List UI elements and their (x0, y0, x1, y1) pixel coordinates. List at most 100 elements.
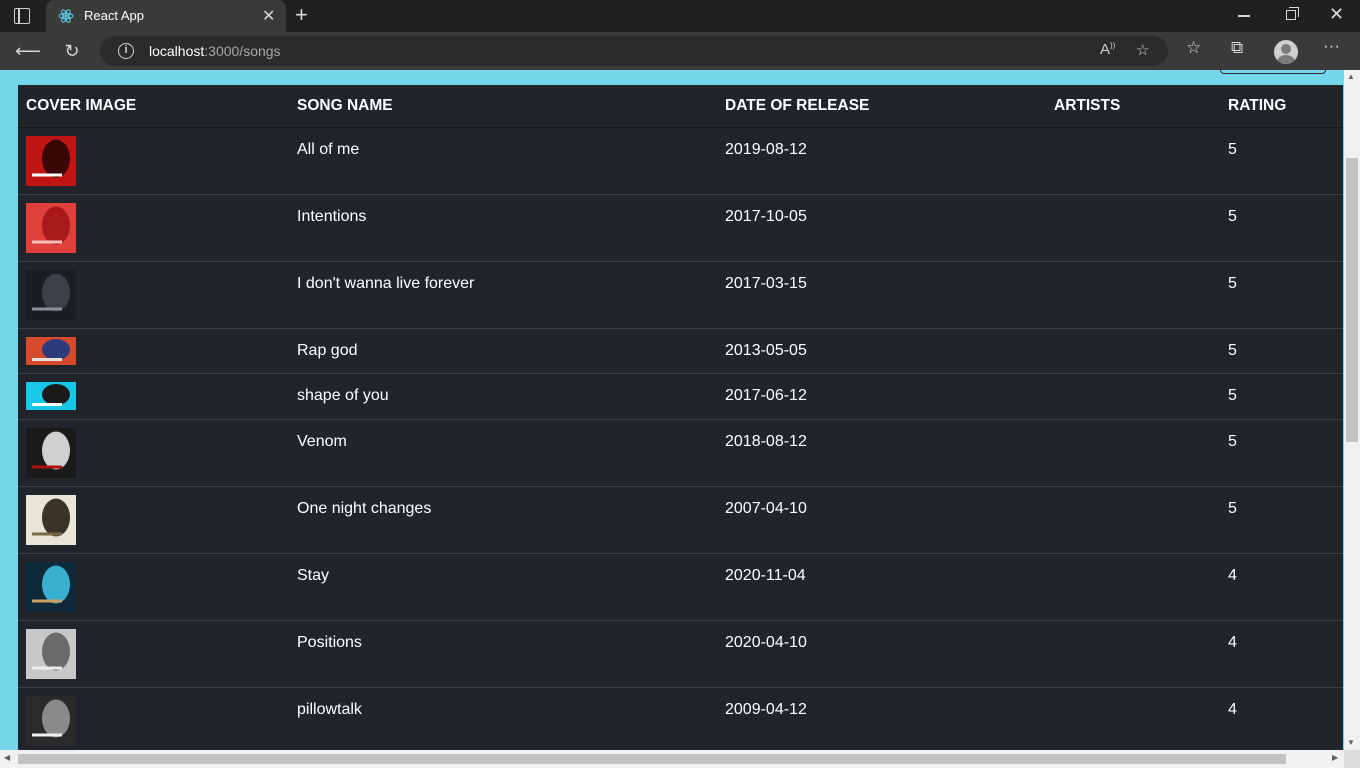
song-name: All of me (289, 127, 717, 195)
rating: 5 (1220, 486, 1343, 554)
vertical-scroll-thumb[interactable] (1346, 158, 1358, 442)
profile-avatar[interactable] (1274, 40, 1298, 64)
page-viewport: COVER IMAGE SONG NAME DATE OF RELEASE AR… (0, 70, 1344, 750)
table-row: Intentions 2017-10-05 5 (18, 194, 1343, 262)
minimize-icon[interactable] (1238, 15, 1250, 17)
site-info-icon[interactable]: i (118, 43, 134, 59)
rating: 5 (1220, 419, 1343, 487)
cover-cell (18, 127, 289, 195)
release-date: 2019-08-12 (717, 127, 1046, 195)
table-header-row: COVER IMAGE SONG NAME DATE OF RELEASE AR… (18, 85, 1343, 128)
rating: 5 (1220, 261, 1343, 329)
scroll-right-icon[interactable]: ▶ (1332, 753, 1338, 762)
header-cover-image: COVER IMAGE (18, 85, 289, 128)
cover-image (26, 695, 76, 746)
artists (1046, 194, 1220, 262)
cover-cell (18, 373, 289, 420)
song-name: One night changes (289, 486, 717, 554)
window-close-icon[interactable]: ✕ (1329, 4, 1344, 25)
release-date: 2017-10-05 (717, 194, 1046, 262)
cover-cell (18, 486, 289, 554)
new-tab-icon[interactable]: + (295, 2, 308, 28)
navigation-bar: ⟵ ↻ i localhost:3000/songs A)) ☆ ☆ ⧉ ··· (0, 32, 1360, 70)
tab-close-icon[interactable]: ✕ (262, 6, 275, 26)
song-name: Stay (289, 553, 717, 621)
table-row: shape of you 2017-06-12 5 (18, 373, 1343, 420)
artists (1046, 373, 1220, 420)
cover-cell (18, 328, 289, 374)
more-icon[interactable]: ··· (1323, 36, 1340, 56)
table-row: Positions 2020-04-10 4 (18, 620, 1343, 688)
horizontal-scrollbar[interactable]: ◀ ▶ (0, 750, 1344, 768)
artists (1046, 419, 1220, 487)
release-date: 2017-06-12 (717, 373, 1046, 420)
cover-image (26, 202, 76, 253)
react-logo-icon (58, 9, 74, 23)
header-song-name: SONG NAME (289, 85, 717, 128)
rating: 5 (1220, 194, 1343, 262)
back-icon[interactable]: ⟵ (14, 37, 42, 65)
scroll-left-icon[interactable]: ◀ (4, 753, 10, 762)
cover-image (26, 494, 76, 545)
song-name: Intentions (289, 194, 717, 262)
song-name: Rap god (289, 328, 717, 374)
song-name: Venom (289, 419, 717, 487)
cover-cell (18, 620, 289, 688)
address-bar[interactable]: i localhost:3000/songs A)) ☆ (100, 36, 1168, 66)
horizontal-scroll-thumb[interactable] (18, 754, 1286, 764)
artists (1046, 687, 1220, 750)
rating: 5 (1220, 127, 1343, 195)
header-button[interactable] (1220, 70, 1326, 74)
release-date: 2013-05-05 (717, 328, 1046, 374)
cover-cell (18, 419, 289, 487)
release-date: 2018-08-12 (717, 419, 1046, 487)
cover-image (26, 269, 76, 320)
table-row: One night changes 2007-04-10 5 (18, 486, 1343, 554)
url-text[interactable]: localhost:3000/songs (149, 43, 281, 59)
browser-tab[interactable]: React App ✕ (46, 0, 286, 32)
cover-cell (18, 261, 289, 329)
read-aloud-icon[interactable]: A)) (1100, 41, 1115, 58)
collections-icon[interactable]: ⧉ (1231, 38, 1243, 58)
song-name: pillowtalk (289, 687, 717, 750)
song-name: I don't wanna live forever (289, 261, 717, 329)
table-row: Stay 2020-11-04 4 (18, 553, 1343, 621)
cover-image (26, 628, 76, 679)
table-row: pillowtalk 2009-04-12 4 (18, 687, 1343, 750)
header-date-of-release: DATE OF RELEASE (717, 85, 1046, 128)
release-date: 2020-11-04 (717, 553, 1046, 621)
rating: 5 (1220, 373, 1343, 420)
cover-cell (18, 687, 289, 750)
release-date: 2017-03-15 (717, 261, 1046, 329)
song-name: shape of you (289, 373, 717, 420)
header-artists: ARTISTS (1046, 85, 1220, 128)
table-row: I don't wanna live forever 2017-03-15 5 (18, 261, 1343, 329)
rating: 4 (1220, 687, 1343, 750)
release-date: 2009-04-12 (717, 687, 1046, 750)
cover-image (26, 561, 76, 612)
rating: 4 (1220, 553, 1343, 621)
vertical-scrollbar[interactable]: ▲ ▼ (1344, 70, 1360, 750)
tab-actions-icon[interactable] (14, 8, 30, 24)
cover-image (26, 381, 76, 410)
restore-icon[interactable] (1286, 7, 1299, 20)
rating: 5 (1220, 328, 1343, 374)
table-row: All of me 2019-08-12 5 (18, 127, 1343, 195)
refresh-icon[interactable]: ↻ (58, 37, 86, 65)
rating: 4 (1220, 620, 1343, 688)
cover-image (26, 336, 76, 365)
song-name: Positions (289, 620, 717, 688)
scroll-down-icon[interactable]: ▼ (1347, 738, 1355, 747)
table-row: Venom 2018-08-12 5 (18, 419, 1343, 487)
songs-table: COVER IMAGE SONG NAME DATE OF RELEASE AR… (18, 85, 1343, 750)
cover-cell (18, 194, 289, 262)
artists (1046, 328, 1220, 374)
artists (1046, 486, 1220, 554)
cover-image (26, 427, 76, 478)
favorites-icon[interactable]: ☆ (1186, 38, 1201, 58)
tab-title: React App (84, 8, 144, 23)
add-favorite-icon[interactable]: ☆ (1136, 41, 1149, 59)
artists (1046, 127, 1220, 195)
scroll-up-icon[interactable]: ▲ (1347, 72, 1355, 81)
release-date: 2007-04-10 (717, 486, 1046, 554)
